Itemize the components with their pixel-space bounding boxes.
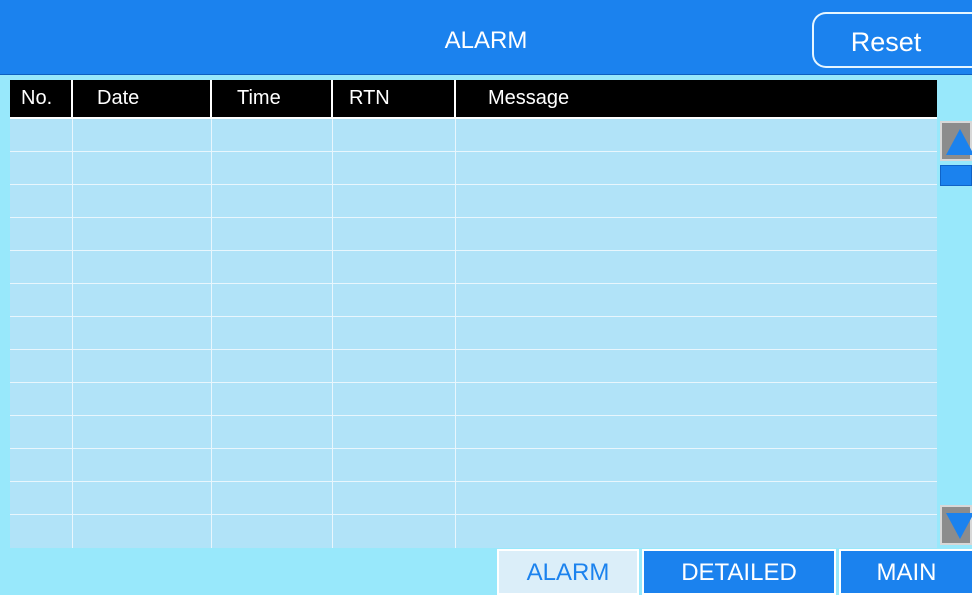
- row-divider: [10, 514, 937, 515]
- row-divider: [10, 448, 937, 449]
- table-row: [10, 482, 937, 515]
- row-divider: [10, 349, 937, 350]
- column-divider: [455, 119, 456, 548]
- nav-detailed-button[interactable]: DETAILED: [642, 549, 836, 595]
- nav-alarm-button[interactable]: ALARM: [497, 549, 639, 595]
- column-header-no: No.: [21, 87, 53, 109]
- scroll-down-button[interactable]: [940, 505, 972, 545]
- table-row: [10, 515, 937, 548]
- column-divider: [211, 119, 212, 548]
- title-bar: ALARM Reset: [0, 0, 972, 75]
- table-row: [10, 251, 937, 284]
- table-header-row: No. Date Time RTN Message: [10, 80, 937, 119]
- row-divider: [10, 151, 937, 152]
- table-row: [10, 350, 937, 383]
- reset-button[interactable]: Reset: [812, 12, 972, 68]
- column-header-date: Date: [71, 80, 210, 117]
- row-divider: [10, 250, 937, 251]
- scroll-up-button[interactable]: [940, 121, 972, 161]
- table-row: [10, 218, 937, 251]
- nav-main-button[interactable]: MAIN: [839, 549, 972, 595]
- column-header-message: Message: [454, 80, 937, 117]
- table-row: [10, 383, 937, 416]
- row-divider: [10, 382, 937, 383]
- column-divider: [332, 119, 333, 548]
- table-row: [10, 152, 937, 185]
- alarm-table: No. Date Time RTN Message: [10, 80, 937, 548]
- arrow-down-icon: [946, 513, 972, 539]
- table-body: [10, 119, 937, 548]
- table-row: [10, 185, 937, 218]
- row-divider: [10, 481, 937, 482]
- row-divider: [10, 184, 937, 185]
- column-header-time: Time: [210, 80, 331, 117]
- row-divider: [10, 283, 937, 284]
- row-divider: [10, 316, 937, 317]
- column-header-rtn: RTN: [331, 80, 454, 117]
- column-divider: [72, 119, 73, 548]
- table-row: [10, 119, 937, 152]
- table-row: [10, 416, 937, 449]
- row-divider: [10, 217, 937, 218]
- arrow-up-icon: [946, 129, 972, 155]
- table-row: [10, 317, 937, 350]
- row-divider: [10, 415, 937, 416]
- scrollbar-thumb[interactable]: [940, 165, 972, 186]
- table-row: [10, 449, 937, 482]
- table-row: [10, 284, 937, 317]
- alarm-screen: ALARM Reset No. Date Time RTN Message AL…: [0, 0, 972, 595]
